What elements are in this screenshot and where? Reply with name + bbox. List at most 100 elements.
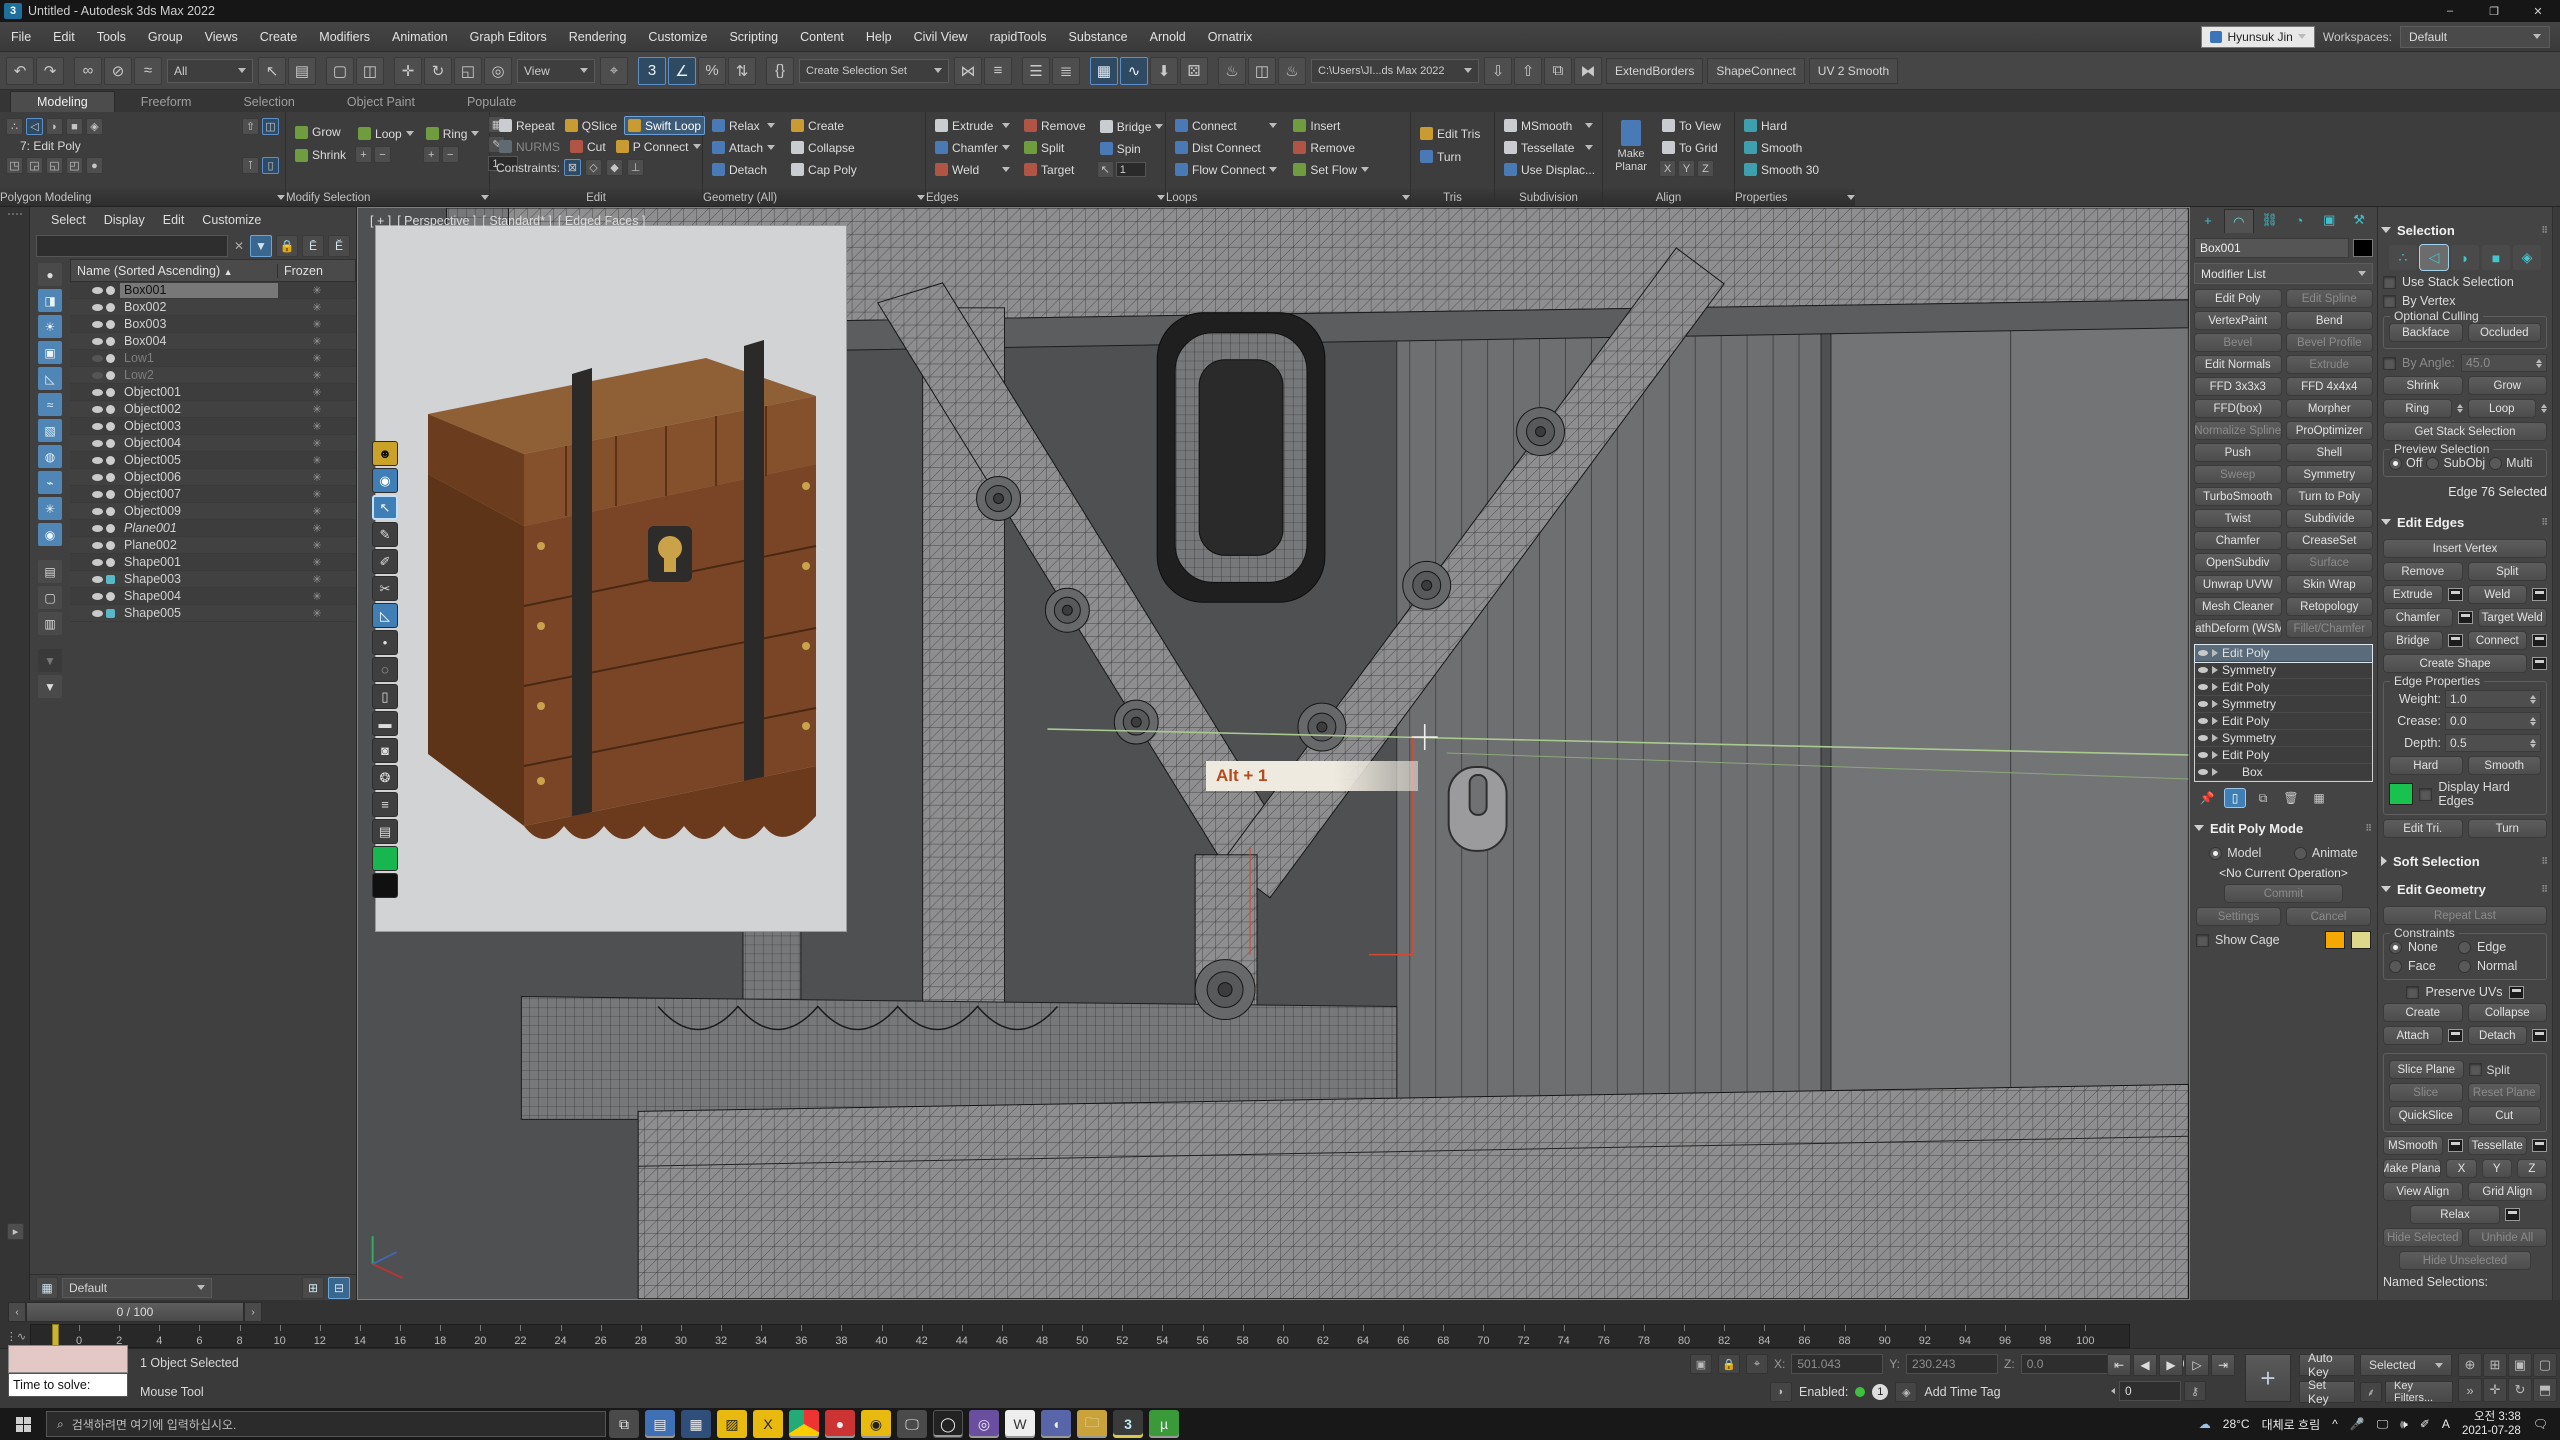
menu-item[interactable]: Civil View — [903, 22, 979, 52]
insert-vertex-button[interactable]: Insert Vertex — [2383, 539, 2547, 558]
shape-connect-button[interactable]: ShapeConnect — [1707, 58, 1804, 84]
modifier-button[interactable]: Surface — [2286, 553, 2374, 572]
expand-arrow-icon[interactable] — [2212, 717, 2218, 725]
microphone-tray-icon[interactable]: 🎤 — [2350, 1417, 2365, 1431]
smooth-edge-button[interactable]: Smooth — [1741, 138, 1849, 157]
weight-spinner[interactable]: 1.0 — [2445, 690, 2541, 708]
expand-tray-icon[interactable]: ▸ — [7, 1223, 24, 1240]
modifier-stack-item[interactable]: Box — [2195, 764, 2372, 781]
auto-key-button[interactable]: Auto Key — [2299, 1354, 2355, 1376]
uv-2-smooth-button[interactable]: UV 2 Smooth — [1809, 58, 1898, 84]
menu-item[interactable]: Customize — [637, 22, 718, 52]
preview-polygon-icon[interactable]: ◰ — [66, 157, 83, 174]
visibility-eye-icon[interactable] — [92, 440, 103, 447]
menu-item[interactable]: rapidTools — [979, 22, 1058, 52]
target-button[interactable]: Target — [1021, 160, 1089, 179]
visibility-eye-icon[interactable] — [92, 372, 103, 379]
monitor-app-icon[interactable]: 🖵 — [897, 1410, 927, 1438]
modifier-button[interactable]: FFD(box) — [2194, 399, 2282, 418]
menu-item[interactable]: Substance — [1058, 22, 1139, 52]
menu-item[interactable]: Rendering — [558, 22, 638, 52]
modifier-stack-item[interactable]: Symmetry — [2195, 696, 2372, 713]
modifier-button[interactable]: Edit Normals — [2194, 355, 2282, 374]
by-angle-checkbox[interactable] — [2383, 357, 2396, 370]
collapse-button[interactable]: Collapse — [788, 138, 860, 157]
make-planar-button[interactable]: Make Planar — [2383, 1159, 2441, 1178]
ribbon-tab[interactable]: Object Paint — [321, 92, 441, 112]
pick-layer-icon[interactable]: ⊞ — [302, 1277, 324, 1299]
explorer-row[interactable]: Object006 ✳ — [70, 469, 356, 486]
modifier-button[interactable]: Mesh Cleaner — [2194, 597, 2282, 616]
modifier-stack-item[interactable]: Edit Poly — [2195, 713, 2372, 730]
remove-button[interactable]: Remove — [1021, 116, 1089, 135]
toolbar-icon[interactable] — [630, 57, 636, 85]
explorer-row[interactable]: Shape001 ✳ — [70, 554, 356, 571]
pencil-icon[interactable]: ✎ — [372, 522, 398, 547]
visibility-eye-icon[interactable] — [92, 508, 103, 515]
commit-button[interactable]: Commit — [2224, 884, 2343, 903]
menu-item[interactable]: Arnold — [1139, 22, 1197, 52]
y-coordinate-field[interactable]: 230.243 — [1906, 1354, 1998, 1374]
border-subobject-icon[interactable]: ◗ — [2451, 245, 2479, 270]
spinner-snap-icon[interactable]: ⇅ — [728, 57, 756, 85]
render-production-icon[interactable]: ♨ — [1278, 57, 1306, 85]
grow-button[interactable]: Grow — [292, 123, 349, 142]
polygon-subobject-icon[interactable]: ■ — [2482, 245, 2510, 270]
preview-border-icon[interactable]: ◱ — [46, 157, 63, 174]
select-and-rotate-icon[interactable]: ↻ — [424, 57, 452, 85]
section-label[interactable]: Edges — [926, 189, 1165, 206]
rendered-frame-window-icon[interactable]: ◫ — [1248, 57, 1276, 85]
curve-editor-icon[interactable]: ∿ — [1120, 57, 1148, 85]
align-z-button[interactable]: Z — [1697, 160, 1714, 177]
occluded-button[interactable]: Occluded — [2468, 323, 2542, 342]
vertex-mode-icon[interactable]: ∴ — [6, 118, 23, 135]
modifier-button[interactable]: Twist — [2194, 509, 2282, 528]
visibility-eye-icon[interactable] — [92, 304, 103, 311]
use-displacement-button[interactable]: Use Displac... — [1501, 160, 1596, 179]
pin-stack-icon[interactable]: 📌 — [2196, 788, 2218, 808]
element-subobject-icon[interactable]: ◈ — [2513, 245, 2541, 270]
remove-loop-button[interactable]: Remove — [1290, 138, 1372, 157]
pen-tray-icon[interactable]: ✐ — [2420, 1417, 2430, 1431]
notification-center-icon[interactable]: 🗨 — [2533, 1417, 2548, 1431]
viewport-menu-general[interactable]: [ + ] — [370, 214, 391, 228]
current-frame-field[interactable]: 0 — [2119, 1381, 2181, 1401]
next-frame-arrow[interactable]: › — [244, 1302, 262, 1322]
flow-connect-button[interactable]: Flow Connect — [1172, 160, 1280, 179]
detach-settings-icon[interactable] — [2532, 1029, 2547, 1042]
cameras-filter-icon[interactable]: ▣ — [38, 341, 62, 364]
filter-icon[interactable] — [38, 638, 62, 646]
3dsmax-app-icon[interactable]: 3 — [1113, 1410, 1143, 1438]
explorer-row[interactable]: Object005 ✳ — [70, 452, 356, 469]
visibility-eye-icon[interactable] — [92, 610, 103, 617]
modifier-button[interactable]: Symmetry — [2286, 465, 2374, 484]
constraint-face-radio[interactable] — [2389, 960, 2402, 973]
detach-button[interactable]: Detach — [2468, 1026, 2528, 1045]
zoom-extents-icon[interactable]: ▣ — [2508, 1353, 2532, 1377]
shrink-button[interactable]: Shrink — [292, 146, 349, 165]
modifier-stack-item[interactable]: Edit Poly — [2195, 747, 2372, 764]
align-x-button[interactable]: X — [1659, 160, 1676, 177]
modifier-button[interactable]: Edit Spline — [2286, 289, 2374, 308]
material-editor-icon[interactable]: ⚄ — [1180, 57, 1208, 85]
file-explorer-icon[interactable]: 🗀 — [1077, 1410, 1107, 1438]
chamfer-button[interactable]: Chamfer — [932, 138, 1013, 157]
angle-snap-icon[interactable]: ∠ — [668, 57, 696, 85]
ring-button[interactable]: Ring — [423, 124, 483, 143]
containers-filter-icon[interactable]: ◍ — [38, 445, 62, 468]
weld-settings-icon[interactable] — [2532, 588, 2547, 601]
modifier-list-dropdown[interactable]: Modifier List — [2194, 263, 2373, 284]
redo-icon[interactable]: ↷ — [36, 57, 64, 85]
hierarchy-tab-icon[interactable]: ⛓ — [2256, 209, 2284, 233]
constraint-face-icon[interactable]: ◆ — [606, 159, 623, 176]
align-icon[interactable]: ≡ — [984, 57, 1012, 85]
cancel-button[interactable]: Cancel — [2286, 907, 2371, 926]
hidden-icons-chevron[interactable]: ^ — [2332, 1417, 2338, 1431]
frame-left-arrow[interactable] — [2111, 1388, 2115, 1394]
ribbon-tab[interactable]: Selection — [217, 92, 320, 112]
section-label[interactable]: Geometry (All) — [703, 189, 925, 206]
modifier-button[interactable]: Edit Poly — [2194, 289, 2282, 308]
modifier-visibility-icon[interactable] — [2198, 735, 2208, 741]
nurms-button[interactable]: NURMS — [496, 137, 563, 156]
select-and-move-icon[interactable]: ✛ — [394, 57, 422, 85]
